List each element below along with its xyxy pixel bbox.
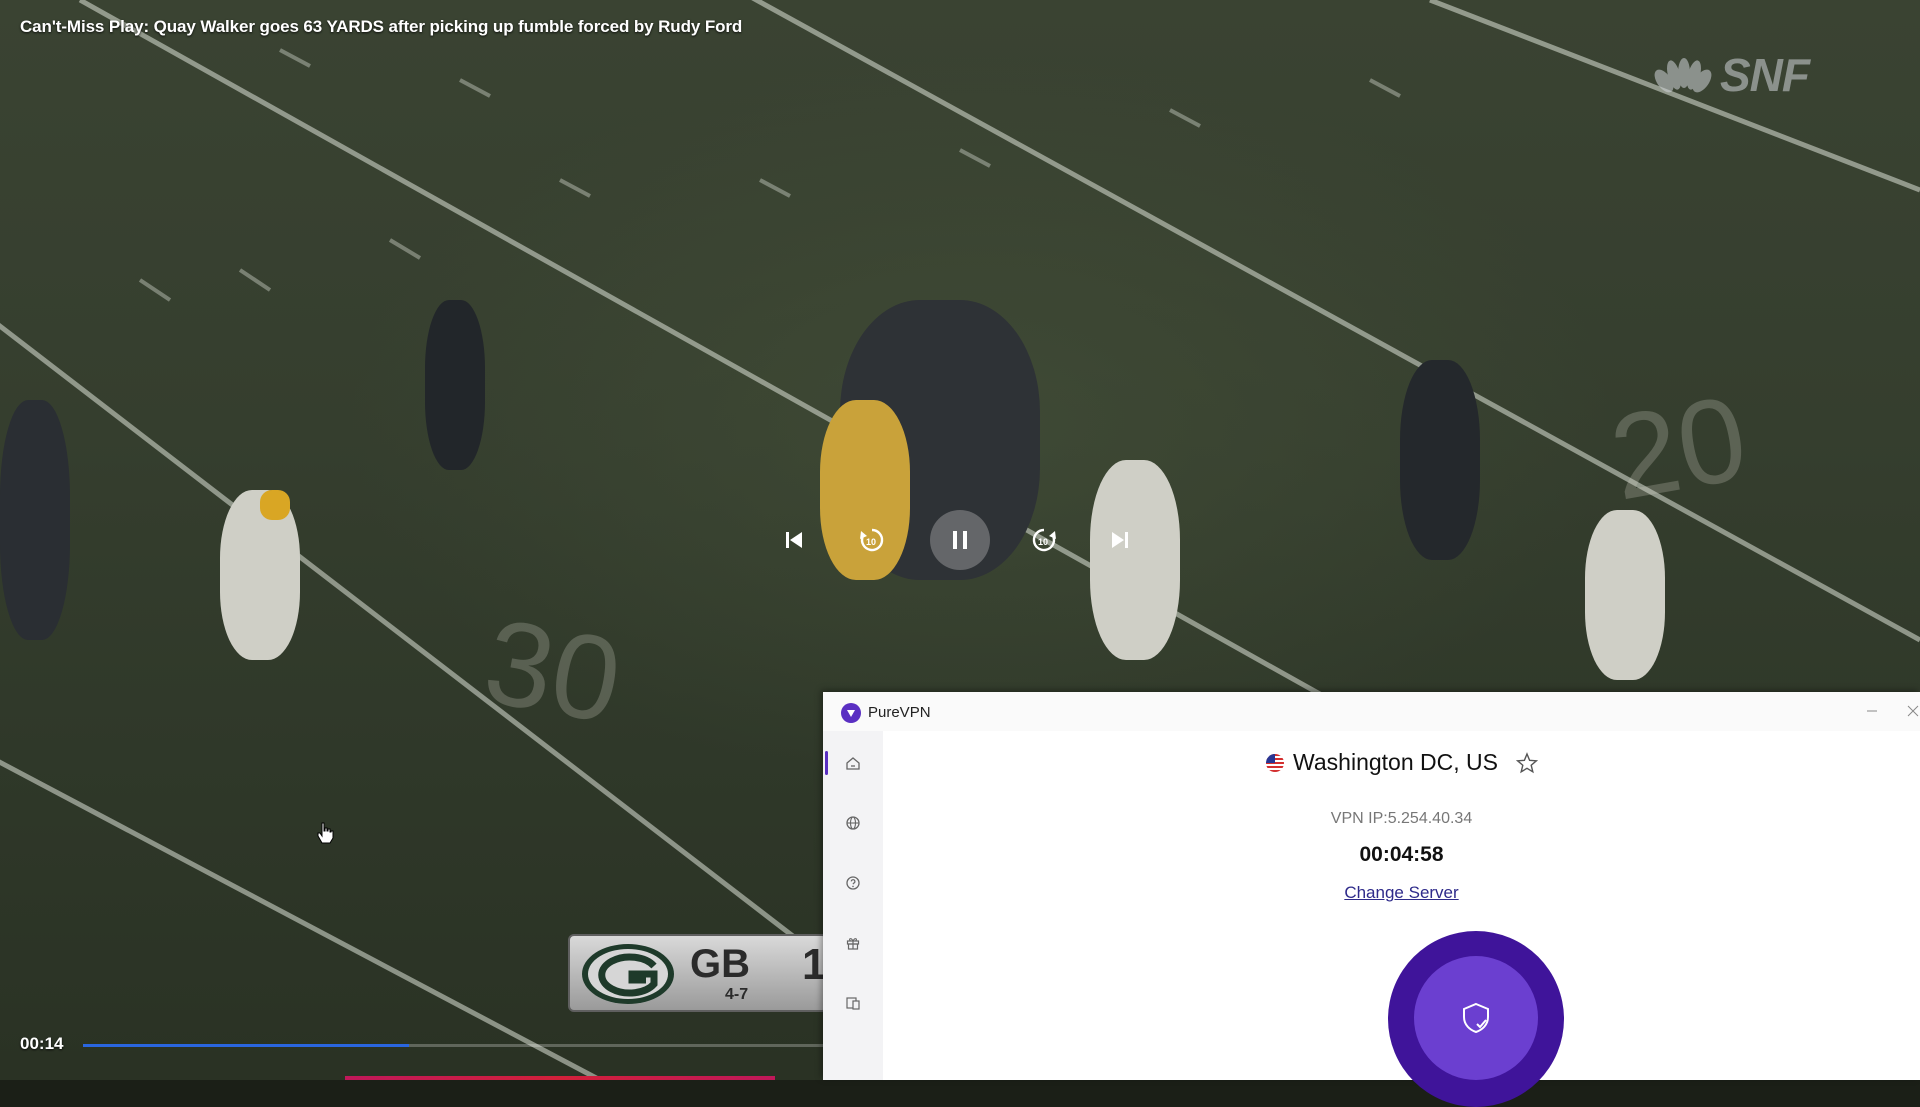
scorebug-record: 4-7 bbox=[725, 986, 749, 1003]
network-logo-text: SNF bbox=[1720, 49, 1810, 101]
player bbox=[425, 300, 485, 470]
previous-button[interactable] bbox=[780, 526, 808, 554]
svg-text:20: 20 bbox=[1601, 370, 1756, 525]
close-icon bbox=[1907, 705, 1919, 717]
skip-previous-icon bbox=[786, 532, 802, 548]
playback-controls: 10 10 bbox=[780, 508, 1140, 572]
scorebug-team: GB bbox=[690, 942, 750, 986]
change-server-link[interactable]: Change Server bbox=[883, 883, 1920, 903]
minimize-icon bbox=[1867, 710, 1877, 712]
network-logo: SNF bbox=[1650, 48, 1810, 102]
sidebar-item-help[interactable] bbox=[823, 863, 883, 903]
close-button[interactable] bbox=[1903, 698, 1920, 724]
favorite-star-icon[interactable] bbox=[1515, 751, 1538, 774]
vpn-sidebar bbox=[823, 731, 883, 1080]
next-button[interactable] bbox=[1106, 526, 1134, 554]
connection-timer: 00:04:58 bbox=[1359, 843, 1444, 866]
sidebar-item-locations[interactable] bbox=[823, 803, 883, 843]
rewind-10-icon: 10 bbox=[860, 528, 884, 552]
video-title: Can't-Miss Play: Quay Walker goes 63 YAR… bbox=[20, 17, 743, 36]
us-flag-icon bbox=[1266, 753, 1285, 772]
player bbox=[1400, 360, 1480, 560]
vpn-ip: VPN IP:5.254.40.34 bbox=[1330, 810, 1473, 827]
current-location: Washington DC, US bbox=[1293, 749, 1498, 775]
home-icon bbox=[846, 757, 860, 770]
svg-text:30: 30 bbox=[475, 594, 630, 749]
sidebar-item-devices[interactable] bbox=[823, 983, 883, 1023]
forward-10-icon: 10 bbox=[1032, 528, 1056, 552]
help-icon bbox=[846, 876, 860, 890]
connect-button-inner bbox=[1414, 956, 1538, 1080]
globe-icon bbox=[846, 816, 860, 830]
hand-cursor-icon bbox=[317, 822, 334, 844]
purevpn-logo-icon bbox=[841, 703, 861, 723]
scorebug: GB 4-7 1 bbox=[568, 934, 828, 1012]
gift-icon bbox=[846, 938, 860, 950]
pause-button[interactable] bbox=[930, 510, 990, 570]
shield-check-icon bbox=[1463, 1002, 1489, 1034]
peacock-icon bbox=[1654, 58, 1712, 93]
player bbox=[1585, 510, 1665, 680]
current-time: 00:14 bbox=[20, 1034, 64, 1053]
rewind-10-button[interactable]: 10 bbox=[856, 524, 888, 556]
pause-icon bbox=[953, 531, 967, 549]
sidebar-item-rewards[interactable] bbox=[823, 923, 883, 963]
vpn-app-name: PureVPN bbox=[868, 704, 931, 721]
vpn-titlebar[interactable]: PureVPN bbox=[823, 692, 1920, 731]
skip-next-icon bbox=[1112, 532, 1128, 548]
svg-text:10: 10 bbox=[1038, 537, 1048, 547]
player bbox=[220, 490, 300, 660]
forward-10-button[interactable]: 10 bbox=[1028, 524, 1060, 556]
packers-logo-icon bbox=[582, 944, 674, 1004]
progress-fill bbox=[83, 1044, 409, 1047]
minimize-button[interactable] bbox=[1857, 698, 1887, 724]
svg-text:10: 10 bbox=[866, 537, 876, 547]
progress-bar[interactable] bbox=[83, 1044, 823, 1047]
player bbox=[0, 400, 70, 640]
bottom-strip bbox=[345, 1076, 775, 1080]
location-row: Washington DC, US bbox=[883, 749, 1920, 776]
connect-button[interactable] bbox=[1388, 931, 1564, 1107]
sidebar-item-home[interactable] bbox=[823, 743, 883, 783]
player bbox=[260, 490, 290, 520]
purevpn-window: PureVPN Washington DC, US VPN IP:5.254.4… bbox=[823, 692, 1920, 1107]
devices-icon bbox=[846, 997, 860, 1010]
vpn-main-panel: Washington DC, US VPN IP:5.254.40.34 00:… bbox=[883, 731, 1920, 1107]
